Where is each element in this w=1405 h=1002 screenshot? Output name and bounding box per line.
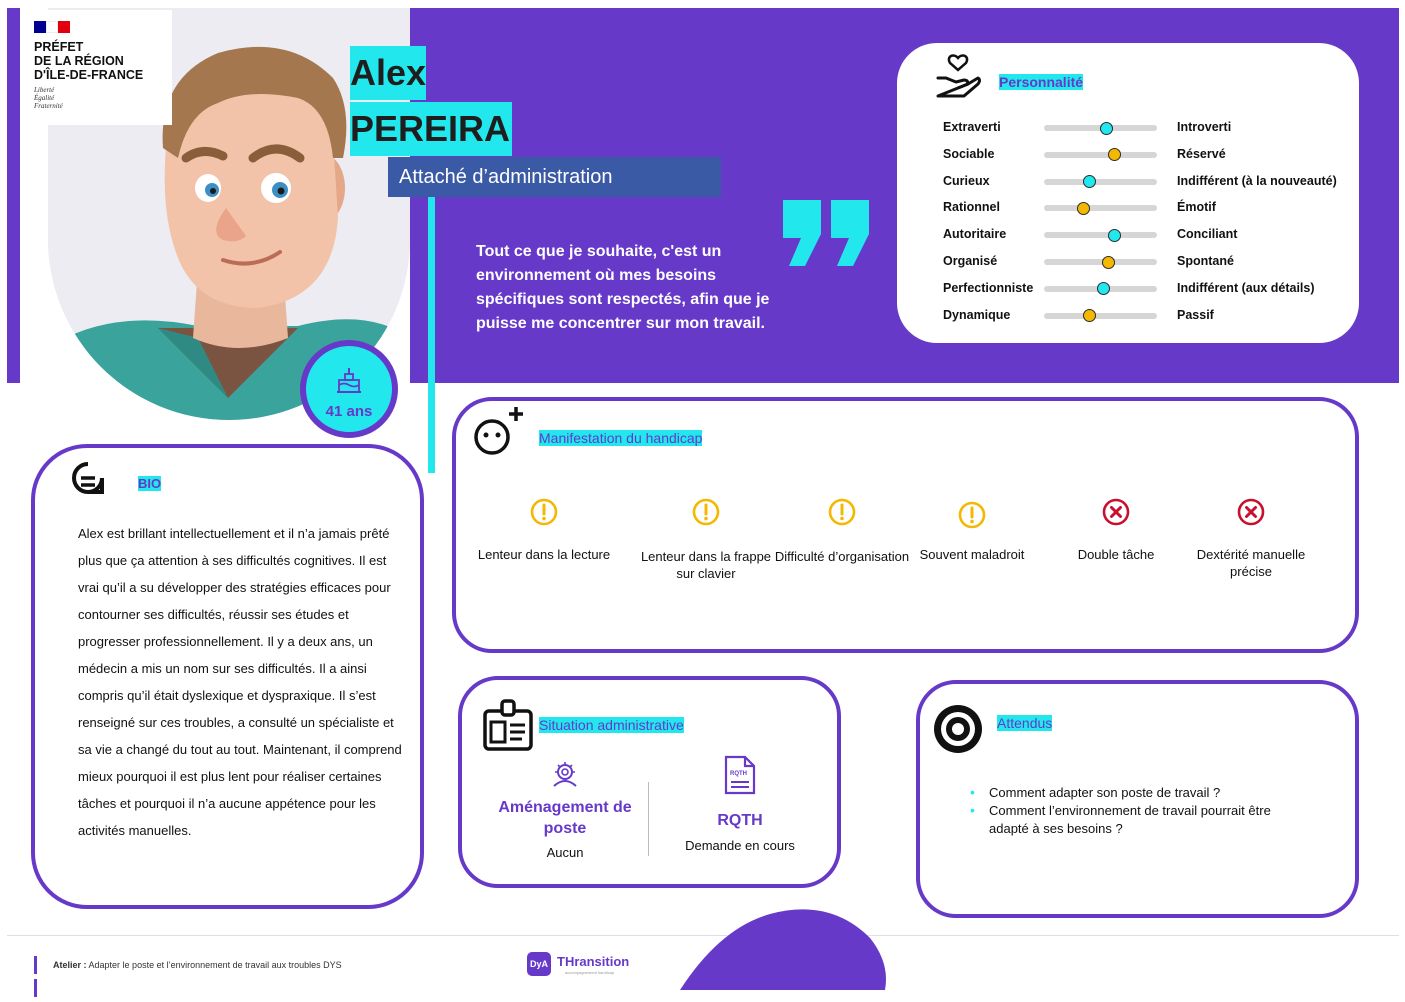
handicap-item-label: Lenteur dans la lecture xyxy=(477,547,611,562)
flag-blue xyxy=(34,21,46,33)
trait-slider-marker xyxy=(1107,148,1121,162)
list-item: • Comment adapter son poste de travail ? xyxy=(970,784,1221,800)
trait-slider-marker xyxy=(1101,255,1115,269)
trait-right-label: Passif xyxy=(1177,307,1214,322)
target-icon xyxy=(934,705,982,753)
bio-title: BIO xyxy=(138,476,162,491)
footer-bars-icon xyxy=(34,956,42,997)
rqth-label: RQTH xyxy=(717,812,763,829)
attendus-item-1: Comment adapter son poste de travail ? xyxy=(989,785,1221,800)
footer-text: Adapter le poste et l’environnement de t… xyxy=(88,960,342,970)
trait-slider-marker xyxy=(1107,228,1121,242)
first-name: Alex xyxy=(350,46,427,100)
bio-icon xyxy=(72,462,104,494)
quote-icon xyxy=(783,200,869,266)
logo-tagline: accompagnement handicap xyxy=(565,970,615,975)
trait-slider xyxy=(1044,205,1157,212)
rqth-document-icon: RQTH xyxy=(723,755,757,795)
age-badge: 41 ans xyxy=(300,340,398,438)
flag-red xyxy=(58,21,70,33)
trait-left-label: Curieux xyxy=(943,173,990,188)
warning-icon xyxy=(692,498,720,526)
last-name: PEREIRA xyxy=(350,102,513,156)
id-badge-icon xyxy=(483,699,533,751)
handicap-item-label: Lenteur dans la frappe sur clavier xyxy=(640,549,772,581)
bio-text: Alex est brillant intellectuellement et … xyxy=(78,526,402,838)
handicap-title: Manifestation du handicap xyxy=(539,430,703,446)
trait-right-label: Introverti xyxy=(1177,120,1232,134)
trait-left-label: Perfectionniste xyxy=(943,280,1034,295)
list-item: • Comment l’environnement de travail pour… xyxy=(970,802,1271,836)
age-label: 41 ans xyxy=(325,403,373,420)
trait-slider xyxy=(1044,259,1157,265)
trait-slider xyxy=(1044,312,1157,319)
logo-text: THransition xyxy=(557,954,630,969)
french-flag-icon xyxy=(34,20,70,33)
handicap-item-label: Dextérité manuelle précise xyxy=(1196,547,1306,579)
trait-slider-marker xyxy=(1082,309,1096,323)
handicap-item-label: Double tâche xyxy=(1077,547,1155,562)
workstation-person-icon xyxy=(553,762,577,787)
trait-slider xyxy=(1044,151,1157,158)
government-motto: Liberté Égalité Fraternité xyxy=(34,86,63,110)
trait-left-label: Rationnel xyxy=(943,200,1000,215)
warning-icon xyxy=(958,501,986,529)
warning-icon xyxy=(828,498,856,526)
handicap-item-label: Souvent maladroit xyxy=(919,547,1025,562)
admin-divider xyxy=(648,782,649,856)
persona-quote: Tout ce que je souhaite, c'est un enviro… xyxy=(476,243,770,332)
logo-badge: DyA xyxy=(527,952,551,976)
decorative-blob xyxy=(680,909,886,990)
personality-title: Personnalité xyxy=(999,74,1084,90)
government-title: PRÉFET DE LA RÉGION D'ÎLE-DE-FRANCE xyxy=(34,40,144,82)
warning-icon xyxy=(530,498,558,526)
face-plus-icon xyxy=(474,407,523,455)
admin-title: Situation administrative xyxy=(539,717,684,733)
trait-left-label: Extraverti xyxy=(943,120,1001,134)
trait-left-label: Sociable xyxy=(943,146,995,161)
footer-label: Atelier : xyxy=(53,960,87,970)
rqth-value: Demande en cours xyxy=(685,838,795,853)
trait-slider xyxy=(1044,178,1157,185)
blocked-icon xyxy=(1102,498,1130,526)
trait-left-label: Autoritaire xyxy=(943,227,1007,242)
heart-hand-icon xyxy=(936,54,981,98)
government-logo: PRÉFET DE LA RÉGION D'ÎLE-DE-FRANCE Libe… xyxy=(22,10,172,125)
blocked-icon xyxy=(1237,498,1265,526)
attendus-list: • Comment adapter son poste de travail ? … xyxy=(970,784,1310,838)
handicap-item-label: Difficulté d’organisation xyxy=(774,549,910,564)
trait-slider-marker xyxy=(1082,175,1096,189)
birthday-cake-icon xyxy=(337,368,361,393)
trait-right-label: Réservé xyxy=(1177,146,1226,161)
trait-left-label: Organisé xyxy=(943,254,998,268)
trait-left-label: Dynamique xyxy=(943,307,1011,322)
rqth-icon-text: RQTH xyxy=(730,771,747,777)
job-title: Attaché d’administration xyxy=(388,157,721,197)
attendus-title: Attendus xyxy=(997,715,1053,731)
trait-right-label: Conciliant xyxy=(1177,227,1238,242)
trait-right-label: Spontané xyxy=(1177,254,1234,268)
thransition-logo: DyA THransition accompagnement handicap xyxy=(527,952,651,976)
trait-right-label: Indifférent (à la nouveauté) xyxy=(1177,173,1337,188)
trait-right-label: Indifférent (aux détails) xyxy=(1177,280,1315,295)
amenagement-label: Aménagement de poste xyxy=(498,799,632,837)
accent-line xyxy=(428,197,435,473)
amenagement-value: Aucun xyxy=(546,845,584,860)
footer-caption: Atelier : Adapter le poste et l’environn… xyxy=(53,960,342,970)
trait-slider-marker xyxy=(1077,201,1091,215)
flag-white xyxy=(46,21,58,33)
trait-right-label: Émotif xyxy=(1177,200,1216,215)
trait-slider-marker xyxy=(1099,121,1113,135)
trait-slider xyxy=(1044,232,1157,239)
attendus-item-2: Comment l’environnement de travail pourr… xyxy=(989,803,1271,836)
